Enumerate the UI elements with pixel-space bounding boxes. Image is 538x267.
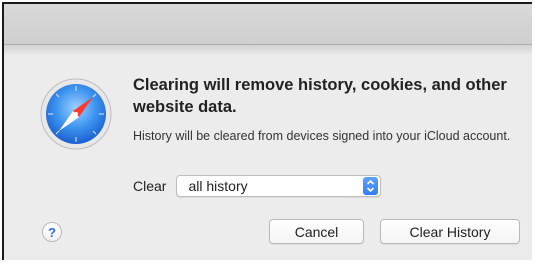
safari-compass-icon (40, 78, 112, 150)
clear-range-value: all history (188, 178, 248, 194)
help-icon: ? (48, 224, 56, 240)
dialog-info-text: History will be cleared from devices sig… (133, 129, 511, 143)
clear-range-row: Clear all history (133, 174, 382, 198)
sheet-shadow (4, 44, 532, 56)
clear-label: Clear (133, 178, 167, 194)
help-button[interactable]: ? (42, 222, 62, 242)
dialog-heading: Clearing will remove history, cookies, a… (133, 76, 507, 116)
title-bar (4, 4, 532, 45)
clear-history-dialog: Clearing will remove history, cookies, a… (2, 2, 532, 260)
clear-history-button[interactable]: Clear History (380, 219, 520, 244)
up-down-chevron-icon (363, 177, 379, 195)
clear-range-select[interactable]: all history (176, 175, 382, 197)
cancel-button[interactable]: Cancel (269, 219, 364, 244)
